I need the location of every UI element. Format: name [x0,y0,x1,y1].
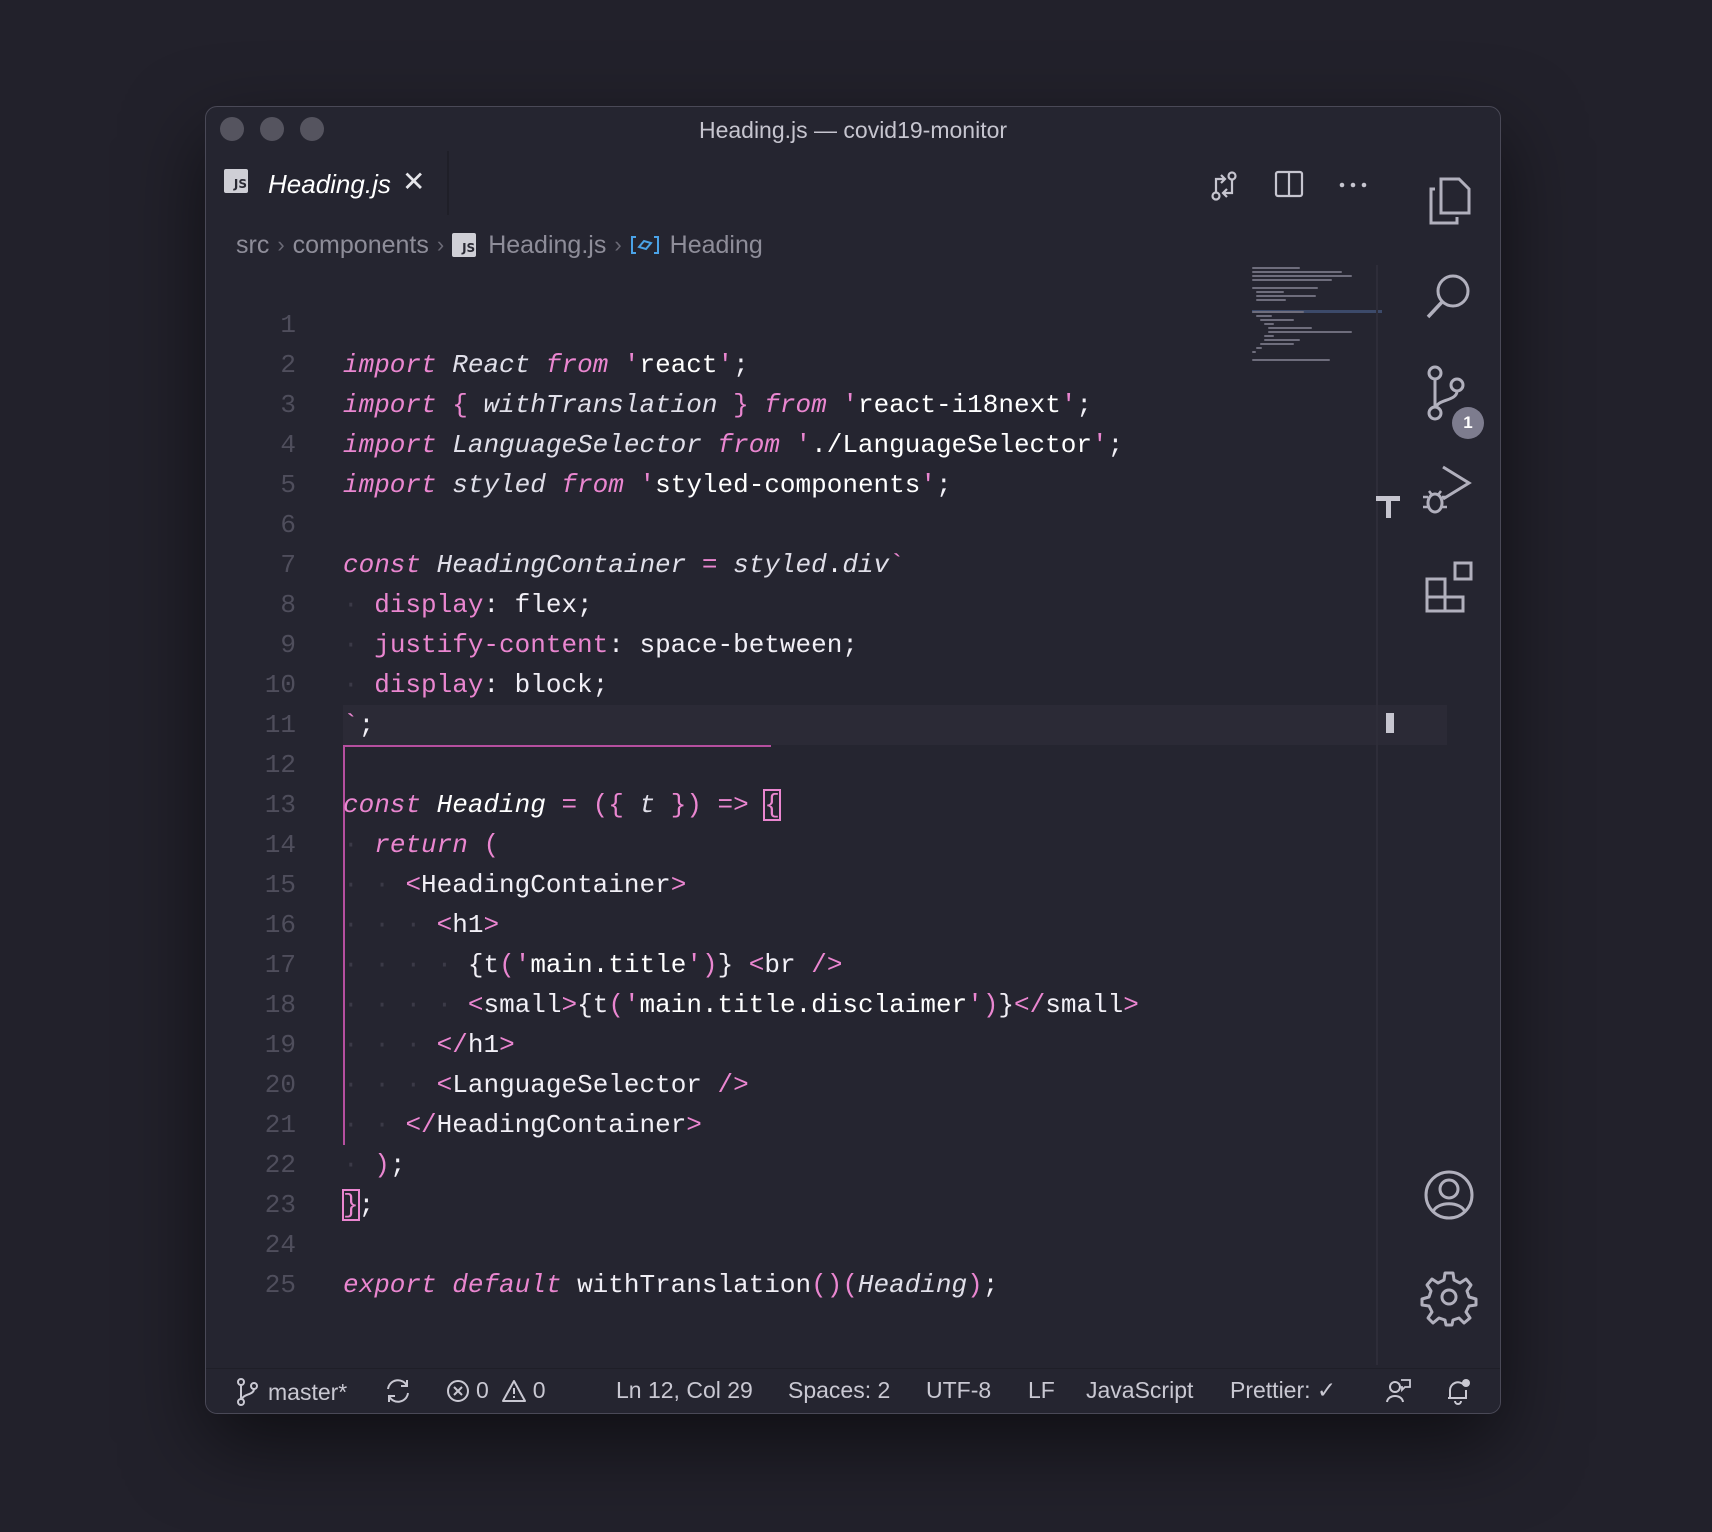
search-icon[interactable] [1419,267,1479,327]
code-line-7[interactable]: 7 · display: flex; [206,505,1206,620]
code-line-19[interactable]: 19 · · · <LanguageSelector /> [206,985,1206,1100]
accounts-icon[interactable] [1419,1165,1479,1225]
editor-window: Heading.js — covid19-monitor JS Heading.… [205,106,1501,1414]
prettier-status[interactable]: Prettier: ✓ [1230,1377,1336,1404]
code-line-18[interactable]: 18 · · · </h1> [206,945,1206,1060]
code-line-24[interactable]: 24 export default withTranslation()(Head… [206,1185,1206,1300]
code-line-17[interactable]: 17 · · · · <small>{t('main.title.disclai… [206,905,1206,1020]
editor-tab-heading-js[interactable]: JS Heading.js ✕ [206,151,448,215]
eol-setting[interactable]: LF [1028,1377,1055,1404]
code-line-3[interactable]: 3 import LanguageSelector from './Langua… [206,345,1206,460]
run-debug-icon[interactable] [1419,459,1479,519]
error-icon [447,1379,469,1402]
chevron-right-icon: › [277,232,285,257]
source-control-badge: 1 [1452,407,1484,439]
sync-button[interactable] [384,1377,412,1405]
line-number: 25 [264,1270,296,1300]
symbol-variable-icon [630,236,659,254]
code-line-25[interactable]: 25 [206,1225,1206,1300]
js-file-icon: JS [452,233,477,257]
code-line-8[interactable]: 8 · justify-content: space-between; [206,545,1206,660]
activity-bar [1399,151,1499,1366]
settings-gear-icon[interactable] [1419,1267,1479,1327]
extensions-icon[interactable] [1419,555,1479,615]
error-count: 0 [476,1377,489,1403]
text-cursor-icon [1386,496,1391,518]
chevron-right-icon: › [614,232,622,257]
more-actions-icon[interactable] [1338,169,1368,199]
language-mode[interactable]: JavaScript [1086,1377,1193,1404]
code-line-9[interactable]: 9 · display: block; [206,585,1206,700]
code-line-5[interactable]: 5 [206,425,1206,500]
code-line-12[interactable]: 12 const Heading = ({ t }) => { [206,705,1206,821]
breadcrumb: src › components › JS Heading.js › Headi… [236,227,763,263]
code-line-4[interactable]: 4 import styled from 'styled-components'… [206,385,1206,500]
problems-indicator[interactable]: 0 0 [446,1377,546,1404]
status-bar: master* 0 0 Ln 12, Col 29 Spaces: 2 UTF-… [206,1368,1500,1413]
git-branch-icon [237,1378,258,1406]
minimap[interactable] [1252,265,1382,385]
explorer-icon[interactable] [1419,171,1479,231]
code-line-10[interactable]: 10 `; [206,625,1206,740]
title-bar: Heading.js — covid19-monitor [206,107,1500,151]
code-line-14[interactable]: 14 · · <HeadingContainer> [206,785,1206,900]
chevron-right-icon: › [436,232,445,257]
close-tab-icon[interactable]: ✕ [402,165,425,198]
warning-icon [501,1379,526,1402]
code-line-23[interactable]: 23 [206,1145,1206,1220]
breadcrumb-components[interactable]: components [293,231,429,260]
breadcrumb-src[interactable]: src [236,231,269,260]
bell-icon [1448,1379,1470,1405]
breadcrumb-heading-symbol[interactable]: Heading [670,231,763,260]
vertical-scrollbar[interactable] [1376,265,1378,1365]
code-line-21[interactable]: 21 · ); [206,1065,1206,1180]
branch-indicator[interactable]: master* [234,1377,347,1407]
breadcrumb-heading-js[interactable]: Heading.js [488,231,606,260]
code-line-22[interactable]: 22 }; [206,1105,1206,1221]
code-line-20[interactable]: 20 · · </HeadingContainer> [206,1025,1206,1140]
feedback-icon [1386,1379,1411,1403]
code-line-11[interactable]: 11 [206,665,1206,740]
window-title: Heading.js — covid19-monitor [698,117,1008,143]
code-line-15[interactable]: 15 · · · <h1> [206,825,1206,940]
notifications-button[interactable] [1444,1377,1472,1405]
sync-icon [387,1379,409,1403]
js-file-icon: JS [224,169,248,193]
warning-count: 0 [532,1377,546,1403]
branch-name: master* [268,1378,348,1405]
feedback-button[interactable] [1384,1377,1412,1405]
code-line-13[interactable]: 13 · return ( [206,745,1206,860]
tab-label: Heading.js [268,169,391,199]
overview-ruler-cursor-mark [1386,713,1394,733]
compare-changes-icon[interactable] [1207,169,1241,203]
encoding-setting[interactable]: UTF-8 [926,1377,991,1404]
indentation-setting[interactable]: Spaces: 2 [788,1377,890,1404]
code-line-1[interactable]: 1 import React from 'react'; [206,265,1206,380]
code-line-6[interactable]: 6 const HeadingContainer = styled.div` [206,465,1206,580]
cursor-position[interactable]: Ln 12, Col 29 [616,1377,753,1404]
code-line-16[interactable]: 16 · · · · {t('main.title')} <br /> [206,865,1206,980]
tab-divider [447,151,449,215]
split-editor-icon[interactable] [1274,169,1304,199]
code-line-2[interactable]: 2 import { withTranslation } from 'react… [206,305,1206,420]
